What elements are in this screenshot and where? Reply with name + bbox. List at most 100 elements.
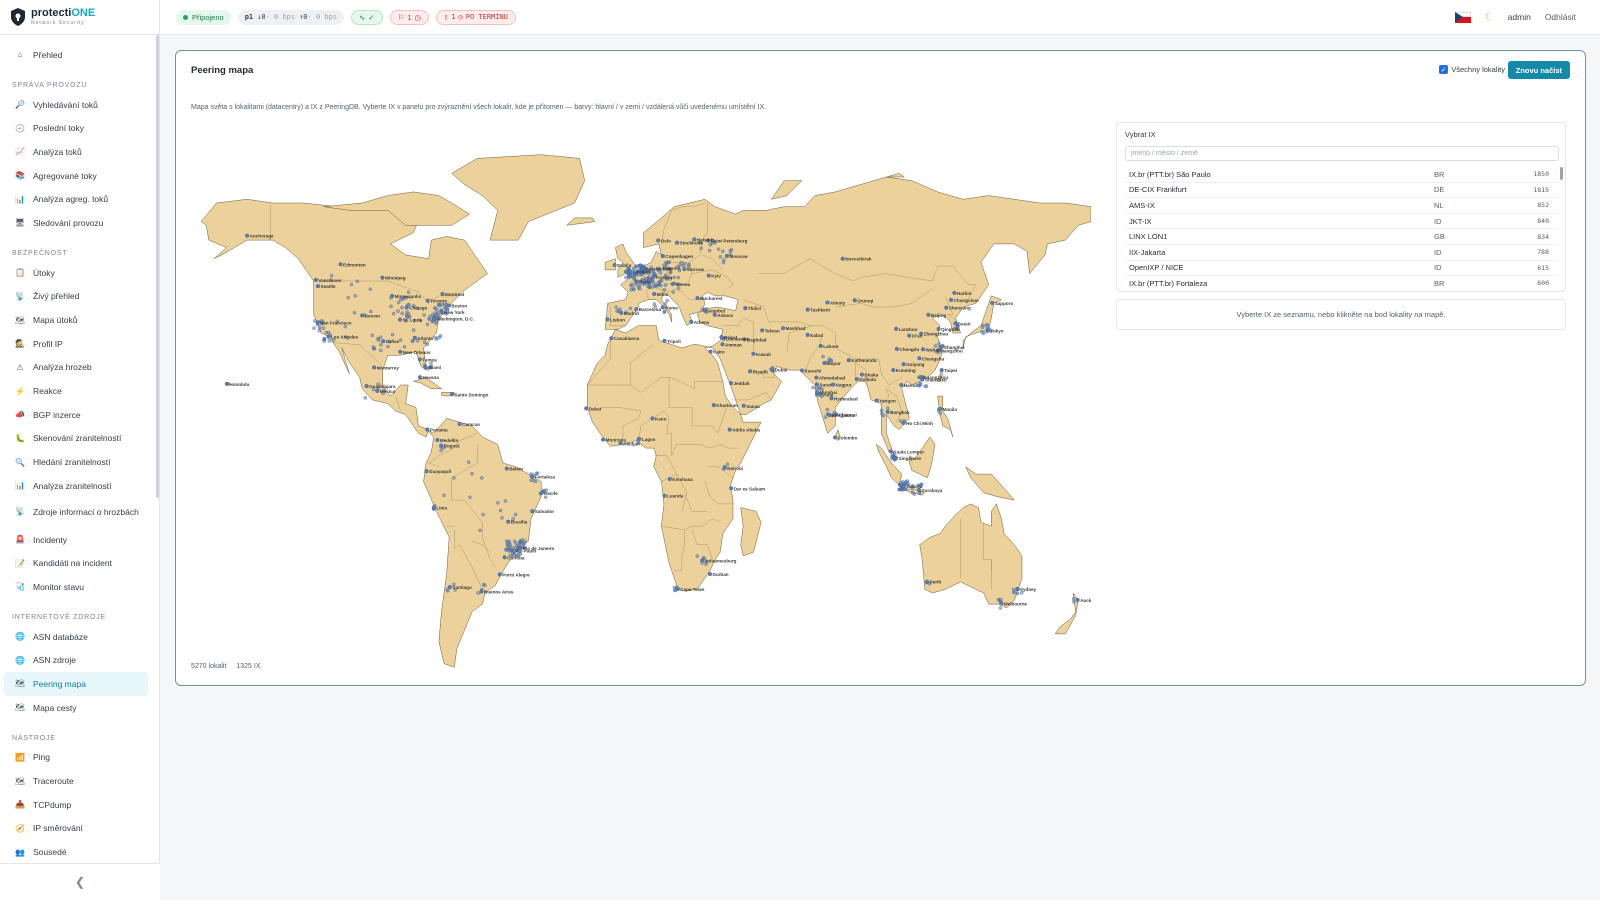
city-dot[interactable] (953, 321, 958, 326)
city-dot[interactable] (609, 336, 614, 341)
city-dot[interactable] (907, 333, 912, 338)
city-dot[interactable] (315, 284, 320, 289)
location-dot[interactable] (716, 247, 721, 251)
sidebar-scrollbar[interactable] (156, 35, 159, 498)
city-dot[interactable] (727, 427, 732, 432)
city-dot[interactable] (675, 240, 680, 245)
location-dot[interactable] (618, 307, 622, 312)
location-dot[interactable] (886, 406, 890, 410)
sidebar-item[interactable]: 🌐 ASN databáze (4, 625, 148, 649)
city-dot[interactable] (424, 469, 429, 474)
city-dot[interactable] (831, 382, 836, 387)
location-dot[interactable] (898, 419, 903, 423)
city-dot[interactable] (637, 436, 642, 441)
location-dot[interactable] (721, 249, 725, 254)
sidebar-item[interactable]: 👥 Sousedé (4, 840, 148, 863)
location-dot[interactable] (470, 472, 474, 476)
city-dot[interactable] (891, 368, 896, 373)
ix-list-row[interactable]: IIX-Jakarta ID 788 (1125, 245, 1559, 261)
city-dot[interactable] (650, 416, 655, 421)
city-dot[interactable] (741, 403, 746, 408)
ix-list-row[interactable]: JKT-IX ID 840 (1125, 214, 1559, 230)
location-dot[interactable] (543, 495, 548, 499)
city-dot[interactable] (852, 298, 857, 303)
city-dot[interactable] (313, 277, 318, 282)
city-dot[interactable] (509, 548, 514, 553)
location-dot[interactable] (386, 344, 390, 349)
city-dot[interactable] (939, 368, 944, 373)
location-dot[interactable] (326, 330, 331, 335)
city-dot[interactable] (917, 356, 922, 361)
city-dot[interactable] (425, 427, 430, 432)
city-dot[interactable] (760, 328, 765, 333)
location-dot[interactable] (662, 288, 667, 292)
location-dot[interactable] (683, 262, 687, 266)
city-dot[interactable] (729, 381, 734, 386)
location-dot[interactable] (615, 309, 619, 313)
sidebar-item[interactable]: 📋 Útoky (4, 261, 148, 285)
location-dot[interactable] (901, 480, 905, 484)
city-dot[interactable] (446, 303, 451, 308)
ix-list-row[interactable]: IX.br (PTT.br) Fortaleza BR 600 (1125, 276, 1559, 291)
city-dot[interactable] (667, 477, 672, 482)
city-dot[interactable] (447, 585, 452, 590)
location-dot[interactable] (438, 304, 442, 308)
location-dot[interactable] (519, 540, 523, 545)
location-dot[interactable] (468, 495, 472, 500)
city-dot[interactable] (781, 326, 786, 331)
czech-flag-icon[interactable] (1454, 11, 1471, 23)
city-dot[interactable] (412, 335, 417, 340)
city-dot[interactable] (724, 253, 729, 258)
ix-list-scrollbar[interactable] (1560, 167, 1563, 180)
location-dot[interactable] (917, 383, 921, 388)
location-dot[interactable] (1011, 587, 1016, 592)
location-dot[interactable] (452, 476, 456, 480)
city-dot[interactable] (1075, 597, 1080, 602)
location-dot[interactable] (481, 582, 486, 587)
location-dot[interactable] (897, 487, 902, 492)
sidebar-item[interactable]: 🩺 Monitor stavu (4, 575, 148, 599)
location-dot[interactable] (411, 328, 416, 332)
traffic-indicator[interactable]: p1 ↓0 · 0 bps ↑0 · 0 bps (237, 9, 345, 25)
location-dot[interactable] (400, 311, 404, 316)
location-dot[interactable] (329, 273, 334, 278)
sidebar-item[interactable]: 🗺 Mapa cesty (4, 696, 148, 720)
city-dot[interactable] (702, 308, 707, 313)
city-dot[interactable] (825, 300, 830, 305)
location-dot[interactable] (398, 338, 403, 342)
city-dot[interactable] (375, 388, 380, 393)
sidebar-item[interactable]: 🧭 IP směrování (4, 817, 148, 841)
location-dot[interactable] (646, 284, 650, 289)
city-dot[interactable] (751, 351, 756, 356)
location-dot[interactable] (317, 325, 322, 330)
city-dot[interactable] (506, 519, 511, 524)
location-dot[interactable] (628, 306, 633, 311)
all-locations-checkbox[interactable]: ✓ Všechny lokality (1439, 65, 1505, 74)
city-dot[interactable] (743, 306, 748, 311)
ix-list-row[interactable]: OpenIXP / NICE ID 615 (1125, 261, 1559, 277)
location-dot[interactable] (437, 335, 441, 340)
city-dot[interactable] (326, 334, 331, 339)
city-dot[interactable] (729, 486, 734, 491)
city-dot[interactable] (662, 493, 667, 498)
city-dot[interactable] (390, 293, 395, 298)
city-dot[interactable] (1015, 586, 1020, 591)
city-dot[interactable] (364, 384, 369, 389)
city-dot[interactable] (479, 589, 484, 594)
city-dot[interactable] (818, 343, 823, 348)
location-dot[interactable] (425, 322, 430, 327)
location-dot[interactable] (434, 321, 438, 325)
city-dot[interactable] (800, 368, 805, 373)
city-dot[interactable] (417, 375, 422, 380)
overdue-badge[interactable]: ▯ 1 ◷ PO TERMÍNU (436, 9, 516, 25)
user-name[interactable]: admin (1508, 12, 1531, 22)
location-dot[interactable] (638, 287, 642, 291)
location-dot[interactable] (910, 490, 915, 495)
location-dot[interactable] (321, 326, 326, 330)
ix-list-row[interactable]: IX.br (PTT.br) São Paulo BR 1850 (1125, 167, 1559, 183)
location-dot[interactable] (708, 243, 713, 247)
sidebar-item[interactable]: ⚡ Reakce (4, 379, 148, 403)
city-dot[interactable] (670, 281, 675, 286)
city-dot[interactable] (921, 347, 926, 352)
city-dot[interactable] (899, 382, 904, 387)
